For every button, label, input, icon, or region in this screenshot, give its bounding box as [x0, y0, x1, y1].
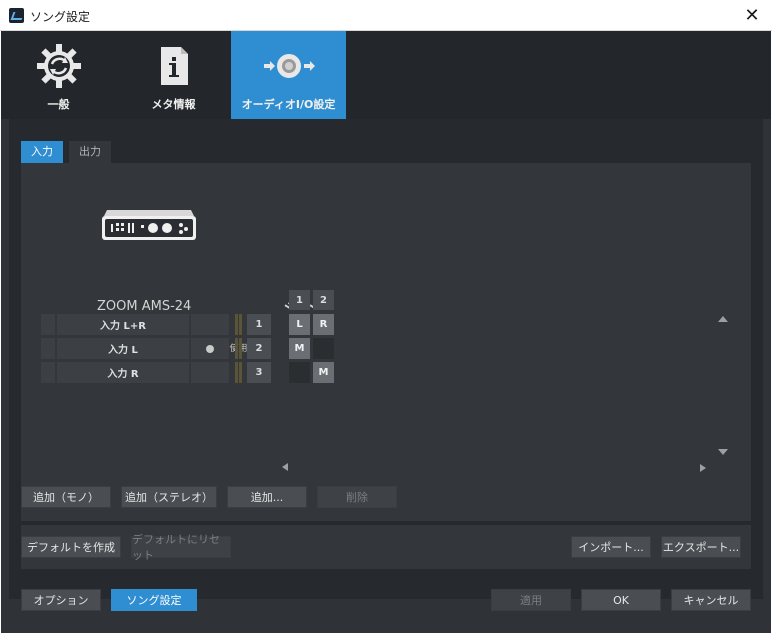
- add-stereo-button[interactable]: 追加（ステレオ）: [121, 486, 217, 508]
- level-meter: [235, 338, 238, 359]
- export-button[interactable]: エクスポート...: [661, 536, 741, 558]
- in-use-indicator: [191, 314, 229, 335]
- dialog-body: 一般 メタ情報 オーディオI/O設定 入力 出力 ZOOM AMS-24 使用中…: [1, 31, 771, 633]
- routing-cell[interactable]: M: [313, 362, 334, 383]
- scroll-right-arrow-icon[interactable]: [700, 464, 706, 472]
- routing-cell[interactable]: [313, 338, 334, 359]
- cancel-button[interactable]: キャンセル: [671, 589, 751, 611]
- preset-bar: デフォルトを作成 デフォルトにリセット インポート... エクスポート...: [21, 525, 751, 569]
- add-mono-button[interactable]: 追加（モノ）: [21, 486, 111, 508]
- routing-cell[interactable]: R: [313, 314, 334, 335]
- channel-name[interactable]: 入力 L: [57, 338, 189, 359]
- scroll-down-arrow-icon[interactable]: [718, 449, 728, 455]
- row-handle[interactable]: [41, 314, 55, 335]
- window-titlebar: ソング設定 ✕: [0, 0, 772, 31]
- scroll-left-arrow-icon[interactable]: [282, 463, 288, 471]
- apply-button[interactable]: 適用: [491, 589, 571, 611]
- in-use-indicator: [191, 362, 229, 383]
- tab-output[interactable]: 出力: [69, 141, 111, 163]
- scroll-up-arrow-icon[interactable]: [718, 316, 728, 322]
- app-logo-icon: [9, 8, 24, 23]
- import-button[interactable]: インポート...: [571, 536, 651, 558]
- category-tabs: 一般 メタ情報 オーディオI/O設定: [1, 31, 771, 119]
- tab-general[interactable]: 一般: [1, 31, 116, 119]
- channel-number: 1: [247, 314, 271, 335]
- song-settings-button[interactable]: ソング設定: [111, 589, 197, 611]
- column-number-in2: 2: [313, 290, 334, 310]
- level-meter: [239, 338, 242, 359]
- level-meter: [239, 362, 242, 383]
- row-handle[interactable]: [41, 338, 55, 359]
- tab-general-label: 一般: [47, 98, 70, 111]
- row-handle[interactable]: [41, 362, 55, 383]
- delete-button[interactable]: 削除: [317, 486, 397, 508]
- document-info-icon: [160, 47, 188, 85]
- column-number-in1: 1: [289, 290, 310, 310]
- routing-cell[interactable]: M: [289, 338, 310, 359]
- ok-button[interactable]: OK: [581, 589, 661, 611]
- gear-icon: [36, 44, 81, 88]
- device-name: ZOOM AMS-24: [97, 299, 192, 314]
- tab-audio-io-label: オーディオI/O設定: [241, 98, 336, 111]
- in-use-indicator: [191, 338, 229, 359]
- channel-number: 3: [247, 362, 271, 383]
- audio-interface-icon: [102, 210, 196, 240]
- level-meter: [239, 314, 242, 335]
- audio-io-icon: [263, 54, 315, 78]
- options-button[interactable]: オプション: [21, 589, 101, 611]
- tab-input[interactable]: 入力: [21, 141, 63, 163]
- in-use-dot-icon: [206, 344, 214, 353]
- level-meter: [235, 362, 238, 383]
- channel-name[interactable]: 入力 L+R: [57, 314, 189, 335]
- reset-default-button[interactable]: デフォルトにリセット: [131, 533, 231, 562]
- routing-cell[interactable]: L: [289, 314, 310, 335]
- close-button[interactable]: ✕: [732, 0, 772, 31]
- tab-audio-io[interactable]: オーディオI/O設定: [231, 31, 346, 119]
- window-title: ソング設定: [30, 10, 91, 24]
- make-default-button[interactable]: デフォルトを作成: [21, 536, 121, 558]
- tab-meta-info[interactable]: メタ情報: [116, 31, 231, 119]
- add-button[interactable]: 追加...: [227, 486, 307, 508]
- channel-number: 2: [247, 338, 271, 359]
- routing-matrix-area: ZOOM AMS-24 使用中 In 1 In 2 1 2 入力 L+R 1 L…: [21, 163, 751, 521]
- channel-name[interactable]: 入力 R: [57, 362, 189, 383]
- settings-panel: 入力 出力 ZOOM AMS-24 使用中 1 2 入力 L+R 1 L R 入…: [9, 119, 763, 599]
- level-meter: [235, 314, 238, 335]
- tab-meta-info-label: メタ情報: [151, 98, 196, 111]
- routing-cell[interactable]: [289, 362, 310, 383]
